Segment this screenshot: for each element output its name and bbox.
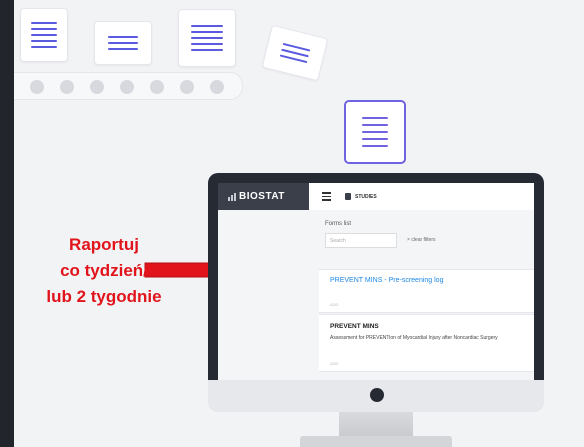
app-logo[interactable]: BIOSTAT — [218, 183, 309, 210]
form-card[interactable]: PREVENT MINS - Pre-screening log ADD — [319, 269, 534, 313]
hamburger-icon[interactable] — [322, 192, 331, 201]
forms-list-title: Forms list — [325, 221, 351, 227]
power-button-icon — [370, 388, 384, 402]
report-frequency-note: Raportuj co tydzień/ lub 2 tygodnie — [24, 232, 184, 310]
monitor-chin — [208, 380, 544, 412]
app-sidebar — [218, 183, 309, 380]
form-add-link[interactable]: ADD — [330, 361, 338, 366]
form-add-link[interactable]: ADD — [330, 302, 338, 307]
monitor: BIOSTAT STUDIES Forms list Search × clea… — [208, 173, 544, 380]
logo-text: BIOSTAT — [239, 191, 285, 202]
search-input[interactable]: Search — [325, 233, 397, 248]
monitor-base — [300, 436, 452, 447]
monitor-screen: BIOSTAT STUDIES Forms list Search × clea… — [218, 183, 534, 380]
note-line-1: Raportuj — [69, 235, 139, 254]
app-header: STUDIES — [309, 183, 534, 211]
monitor-stand — [339, 412, 413, 438]
logo-bars-icon — [228, 192, 236, 201]
clear-filters-label: clear filters — [411, 237, 436, 243]
forms-list-panel: Forms list Search × clear filters PREVEN… — [309, 210, 534, 380]
form-title[interactable]: PREVENT MINS — [330, 323, 379, 330]
studies-icon — [345, 193, 351, 200]
note-line-3: lub 2 tygodnie — [46, 287, 162, 306]
clear-filters-link[interactable]: × clear filters — [407, 237, 436, 243]
studies-nav-item[interactable]: STUDIES — [355, 194, 377, 200]
form-title-link[interactable]: PREVENT MINS - Pre-screening log — [330, 277, 443, 284]
form-subtitle: Assessment for PREVENTion of Myocardial … — [330, 335, 498, 341]
note-line-2: co tydzień/ — [60, 261, 148, 280]
form-card[interactable]: PREVENT MINS Assessment for PREVENTion o… — [319, 314, 534, 372]
